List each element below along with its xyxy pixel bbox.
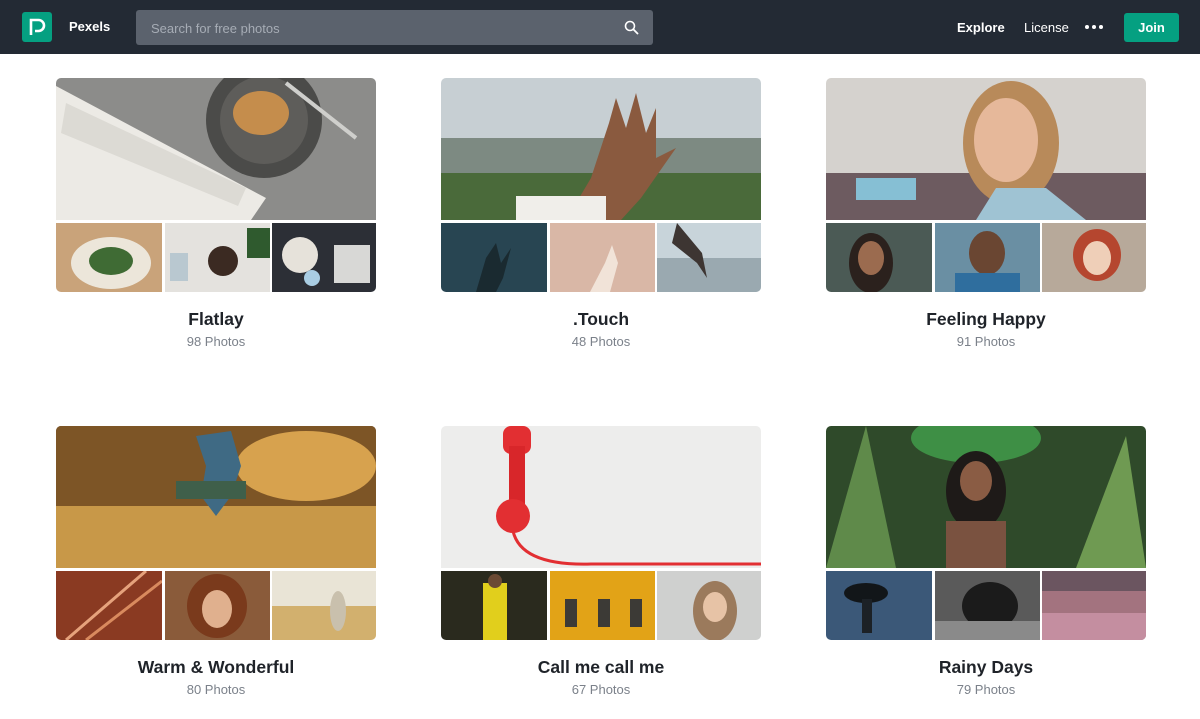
collection-photo-count: 67 Photos xyxy=(571,682,631,697)
collection-photo-count: 80 Photos xyxy=(186,682,246,697)
nav-license-link[interactable]: License xyxy=(1024,20,1069,35)
collection-mosaic[interactable] xyxy=(441,78,761,292)
collection-mosaic[interactable] xyxy=(826,426,1146,640)
thumbnail-photo xyxy=(549,223,655,292)
cover-photo xyxy=(826,426,1146,568)
top-navigation-bar: Pexels Search for free photos Explore Li… xyxy=(0,0,1200,54)
join-button[interactable]: Join xyxy=(1124,13,1179,42)
collection-title[interactable]: Flatlay xyxy=(56,309,376,330)
thumbnail-photo xyxy=(1042,571,1146,640)
thumbnail-photo xyxy=(657,571,761,640)
thumbnail-photo xyxy=(657,223,761,292)
collection-title[interactable]: .Touch xyxy=(441,309,761,330)
more-dots-icon[interactable] xyxy=(1085,25,1105,30)
search-icon[interactable] xyxy=(624,20,639,35)
collection-title[interactable]: Rainy Days xyxy=(826,657,1146,678)
collection-card-touch[interactable]: .Touch 48 Photos xyxy=(441,78,761,349)
collection-title[interactable]: Feeling Happy xyxy=(826,309,1146,330)
thumbnail-photo xyxy=(826,571,932,640)
collection-mosaic[interactable] xyxy=(56,426,376,640)
collection-photo-count: 48 Photos xyxy=(571,334,631,349)
cover-photo xyxy=(56,426,376,568)
thumbnail-photo xyxy=(441,223,547,292)
nav-explore-link[interactable]: Explore xyxy=(957,20,1005,35)
thumbnail-photo xyxy=(549,571,655,640)
collection-mosaic[interactable] xyxy=(441,426,761,640)
collection-mosaic[interactable] xyxy=(826,78,1146,292)
thumbnail-photo xyxy=(441,571,547,640)
collection-title[interactable]: Warm & Wonderful xyxy=(56,657,376,678)
brand-name[interactable]: Pexels xyxy=(69,19,110,34)
cover-photo xyxy=(441,78,761,220)
collection-photo-count: 91 Photos xyxy=(956,334,1016,349)
thumbnail-photo xyxy=(934,223,1040,292)
thumbnail-photo xyxy=(934,571,1040,640)
search-input[interactable]: Search for free photos xyxy=(136,10,653,45)
search-placeholder: Search for free photos xyxy=(151,21,280,36)
thumbnail-photo xyxy=(826,223,932,292)
thumbnail-photo xyxy=(272,223,376,292)
collection-photo-count: 98 Photos xyxy=(186,334,246,349)
collection-card-call-me-call-me[interactable]: Call me call me 67 Photos xyxy=(441,426,761,697)
collection-card-rainy-days[interactable]: Rainy Days 79 Photos xyxy=(826,426,1146,697)
thumbnail-photo xyxy=(56,571,162,640)
collection-card-flatlay[interactable]: Flatlay 98 Photos xyxy=(56,78,376,349)
collection-mosaic[interactable] xyxy=(56,78,376,292)
cover-photo xyxy=(56,78,376,220)
pexels-logo-icon[interactable] xyxy=(22,12,52,42)
collection-card-feeling-happy[interactable]: Feeling Happy 91 Photos xyxy=(826,78,1146,349)
collection-card-warm-wonderful[interactable]: Warm & Wonderful 80 Photos xyxy=(56,426,376,697)
collection-photo-count: 79 Photos xyxy=(956,682,1016,697)
cover-photo xyxy=(441,426,761,568)
cover-photo xyxy=(826,78,1146,220)
thumbnail-photo xyxy=(272,571,376,640)
thumbnail-photo xyxy=(164,571,270,640)
thumbnail-photo xyxy=(1042,223,1146,292)
thumbnail-photo xyxy=(56,223,162,292)
collection-title[interactable]: Call me call me xyxy=(441,657,761,678)
thumbnail-photo xyxy=(164,223,270,292)
